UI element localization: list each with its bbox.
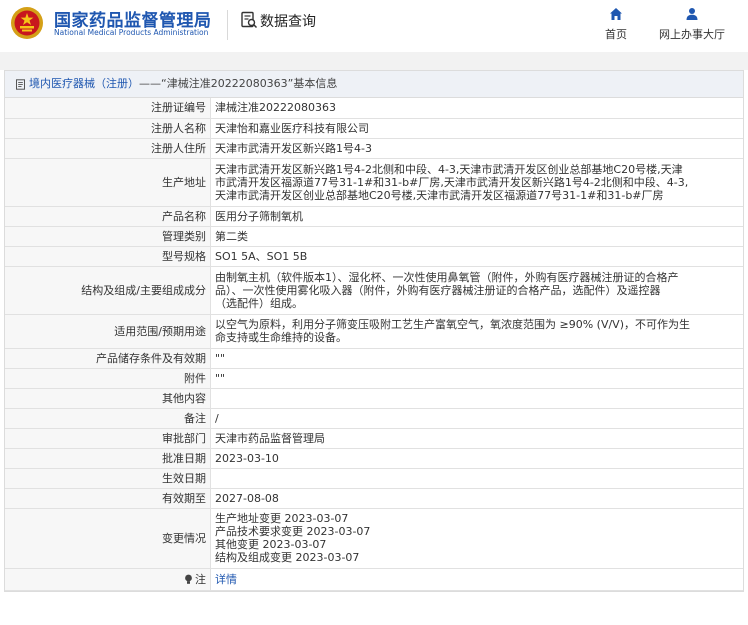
row-value: 第二类 bbox=[210, 225, 743, 247]
value-line: 天津市武清开发区创业总部基地C20号楼,天津市武清开发区福源道77号31-1#和… bbox=[215, 188, 664, 202]
home-icon bbox=[610, 8, 622, 20]
breadcrumb-category-link[interactable]: 境内医疗器械（注册） bbox=[29, 77, 139, 90]
row-value bbox=[210, 467, 743, 489]
row-label: 变更情况 bbox=[5, 507, 211, 569]
row-label: 注 bbox=[5, 567, 211, 591]
row-label: 适用范围/预期用途 bbox=[5, 313, 211, 349]
value-line: 产品技术要求变更 2023-03-07 bbox=[215, 525, 371, 538]
row-label: 附件 bbox=[5, 367, 211, 389]
table-row: 注册人名称 天津怡和嘉业医疗科技有限公司 bbox=[5, 117, 743, 139]
registration-info-table: 注册证编号 津械注准20222080363 注册人名称 天津怡和嘉业医疗科技有限… bbox=[5, 98, 743, 591]
row-label: 产品储存条件及有效期 bbox=[5, 347, 211, 369]
breadcrumb: 境内医疗器械（注册）——“津械注准20222080363”基本信息 bbox=[5, 71, 743, 98]
table-row: 管理类别 第二类 bbox=[5, 225, 743, 247]
row-value bbox=[210, 387, 743, 409]
row-label: 型号规格 bbox=[5, 245, 211, 267]
row-value: 天津市武清开发区新兴路1号4-2北侧和中段、4-3,天津市武清开发区创业总部基地… bbox=[210, 157, 743, 207]
row-label: 审批部门 bbox=[5, 427, 211, 449]
table-row: 生效日期 bbox=[5, 467, 743, 489]
detail-panel: 境内医疗器械（注册）——“津械注准20222080363”基本信息 注册证编号 … bbox=[4, 70, 744, 592]
table-row: 注册人住所 天津市武清开发区新兴路1号4-3 bbox=[5, 137, 743, 159]
table-row: 注 详情 bbox=[5, 567, 743, 591]
table-row: 附件 "" bbox=[5, 367, 743, 389]
nav-online-hall-label: 网上办事大厅 bbox=[659, 28, 725, 41]
row-label: 其他内容 bbox=[5, 387, 211, 409]
row-value: 2023-03-10 bbox=[210, 447, 743, 469]
row-value: SO1 5A、SO1 5B bbox=[210, 245, 743, 267]
row-label: 生效日期 bbox=[5, 467, 211, 489]
row-label: 产品名称 bbox=[5, 205, 211, 227]
row-label: 结构及组成/主要组成成分 bbox=[5, 265, 211, 315]
table-row: 适用范围/预期用途 以空气为原料，利用分子筛变压吸附工艺生产富氧空气，氧浓度范围… bbox=[5, 313, 743, 349]
row-value: 天津市武清开发区新兴路1号4-3 bbox=[210, 137, 743, 159]
page-icon bbox=[16, 78, 25, 90]
table-row: 批准日期 2023-03-10 bbox=[5, 447, 743, 469]
value-line: 天津市武清开发区新兴路1号4-2北侧和中段、4-3,天津市武清开发区创业总部基地… bbox=[215, 162, 683, 176]
row-value: 2027-08-08 bbox=[210, 487, 743, 509]
table-row: 有效期至 2027-08-08 bbox=[5, 487, 743, 509]
table-row: 产品名称 医用分子筛制氧机 bbox=[5, 205, 743, 227]
note-label: 注 bbox=[195, 572, 206, 586]
row-value: 由制氧主机（软件版本1）、湿化杯、一次性使用鼻氧管（附件，外购有医疗器械注册证的… bbox=[210, 265, 743, 315]
row-value: 生产地址变更 2023-03-07 产品技术要求变更 2023-03-07 其他… bbox=[210, 507, 743, 569]
site-subtitle: National Medical Products Administration bbox=[54, 28, 209, 37]
lightbulb-icon bbox=[185, 574, 192, 584]
table-row: 变更情况 生产地址变更 2023-03-07 产品技术要求变更 2023-03-… bbox=[5, 507, 743, 569]
row-value: 天津市药品监督管理局 bbox=[210, 427, 743, 449]
header-gap bbox=[0, 52, 748, 70]
details-link[interactable]: 详情 bbox=[215, 573, 237, 586]
row-value: 详情 bbox=[210, 567, 743, 591]
row-label: 有效期至 bbox=[5, 487, 211, 509]
row-value: "" bbox=[210, 367, 743, 389]
value-line: 其他变更 2023-03-07 bbox=[215, 538, 327, 551]
value-line: （选配件）组成。 bbox=[215, 296, 303, 310]
row-value: 津械注准20222080363 bbox=[210, 98, 743, 119]
value-line: 结构及组成变更 2023-03-07 bbox=[215, 551, 360, 564]
national-emblem-icon bbox=[11, 7, 43, 39]
row-value: 医用分子筛制氧机 bbox=[210, 205, 743, 227]
row-label: 管理类别 bbox=[5, 225, 211, 247]
data-query-title: 数据查询 bbox=[260, 14, 316, 30]
header-divider bbox=[227, 10, 228, 40]
user-icon bbox=[686, 8, 698, 20]
nav-online-hall-button[interactable]: 网上办事大厅 bbox=[650, 4, 734, 44]
value-line: 以空气为原料，利用分子筛变压吸附工艺生产富氧空气，氧浓度范围为 ≥90% (V/… bbox=[215, 318, 690, 331]
row-label: 注册人名称 bbox=[5, 117, 211, 139]
value-line: 生产地址变更 2023-03-07 bbox=[215, 512, 349, 525]
breadcrumb-title: ——“津械注准20222080363”基本信息 bbox=[139, 77, 338, 90]
table-row: 生产地址 天津市武清开发区新兴路1号4-2北侧和中段、4-3,天津市武清开发区创… bbox=[5, 157, 743, 207]
value-line: 命支持或生命维持的设备。 bbox=[215, 331, 347, 344]
nav-home-button[interactable]: 首页 bbox=[598, 4, 634, 44]
document-search-icon bbox=[241, 11, 258, 29]
row-label: 注册证编号 bbox=[5, 98, 211, 119]
table-row: 其他内容 bbox=[5, 387, 743, 409]
table-row: 结构及组成/主要组成成分 由制氧主机（软件版本1）、湿化杯、一次性使用鼻氧管（附… bbox=[5, 265, 743, 315]
row-value: "" bbox=[210, 347, 743, 369]
row-label: 注册人住所 bbox=[5, 137, 211, 159]
value-line: 由制氧主机（软件版本1）、湿化杯、一次性使用鼻氧管（附件，外购有医疗器械注册证的… bbox=[215, 270, 679, 284]
value-line: 品）、一次性使用雾化吸入器（附件，外购有医疗器械注册证的合格产品，选配件）及遥控… bbox=[215, 283, 661, 297]
value-line: 市武清开发区福源道77号31-1#和31-b#厂房,天津市武清开发区新兴路1号4… bbox=[215, 175, 689, 189]
site-header: 国家药品监督管理局 National Medical Products Admi… bbox=[0, 0, 748, 52]
row-value: 天津怡和嘉业医疗科技有限公司 bbox=[210, 117, 743, 139]
table-row: 注册证编号 津械注准20222080363 bbox=[5, 98, 743, 119]
row-value: / bbox=[210, 407, 743, 429]
table-row: 备注 / bbox=[5, 407, 743, 429]
row-label: 备注 bbox=[5, 407, 211, 429]
row-label: 生产地址 bbox=[5, 157, 211, 207]
nav-home-label: 首页 bbox=[605, 28, 627, 41]
row-label: 批准日期 bbox=[5, 447, 211, 469]
table-row: 产品储存条件及有效期 "" bbox=[5, 347, 743, 369]
table-row: 型号规格 SO1 5A、SO1 5B bbox=[5, 245, 743, 267]
row-value: 以空气为原料，利用分子筛变压吸附工艺生产富氧空气，氧浓度范围为 ≥90% (V/… bbox=[210, 313, 743, 349]
table-row: 审批部门 天津市药品监督管理局 bbox=[5, 427, 743, 449]
